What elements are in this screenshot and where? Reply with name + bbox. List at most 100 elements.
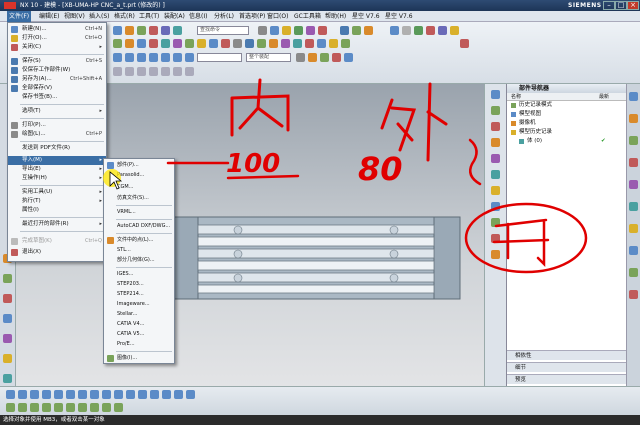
menu-window[interactable]: 窗口(O) xyxy=(265,11,290,22)
selection-filter-combo[interactable] xyxy=(197,53,242,62)
maximize-button[interactable]: □ xyxy=(615,1,627,10)
sketch-mirror-icon[interactable] xyxy=(150,390,159,399)
view-pan-icon[interactable] xyxy=(294,26,303,35)
curve-bridge-icon[interactable] xyxy=(54,403,63,412)
snap-quadrant-icon[interactable] xyxy=(161,53,170,62)
col-name[interactable]: 名称 xyxy=(511,93,521,101)
snap-midpoint-icon[interactable] xyxy=(125,53,134,62)
import-item-step203[interactable]: STEP203... xyxy=(104,280,174,289)
section-icon[interactable] xyxy=(352,26,361,35)
sketch-fillet-icon[interactable] xyxy=(90,390,99,399)
menu-item-exit[interactable]: 退出(X) xyxy=(8,248,106,257)
sketch-project-icon[interactable] xyxy=(162,390,171,399)
select-edge-icon[interactable] xyxy=(332,53,341,62)
boolean-icon[interactable] xyxy=(161,26,170,35)
tool-d-icon[interactable] xyxy=(426,26,435,35)
snap-intersection-icon[interactable] xyxy=(149,53,158,62)
offset-icon[interactable] xyxy=(149,39,158,48)
curve-join-icon[interactable] xyxy=(66,403,75,412)
menu-item-save-bookmark[interactable]: 保存书签(B)... xyxy=(8,93,106,102)
wcs-display-icon[interactable] xyxy=(149,67,158,76)
reuse-library-icon[interactable] xyxy=(3,314,12,323)
palette-c-icon[interactable] xyxy=(629,136,638,145)
menu-item-save-all[interactable]: 全部保存(V) xyxy=(8,84,106,93)
thicken-icon[interactable] xyxy=(245,39,254,48)
tree-row-model-views[interactable]: 模型视图 xyxy=(507,110,626,119)
import-item-part[interactable]: 部件(P)... xyxy=(104,161,174,170)
minimize-button[interactable]: – xyxy=(603,1,615,10)
menu-item-open[interactable]: 打开(O)... Ctrl+O xyxy=(8,34,106,43)
move-face-icon[interactable] xyxy=(281,39,290,48)
menu-edit[interactable]: 编辑(E) xyxy=(37,11,61,22)
csys-icon[interactable] xyxy=(329,39,338,48)
import-item-image[interactable]: 图像(I)... xyxy=(104,354,174,363)
view-fit-icon[interactable] xyxy=(258,26,267,35)
palette-b-icon[interactable] xyxy=(629,114,638,123)
sketch-icon[interactable] xyxy=(113,26,122,35)
import-item-stl[interactable]: STL... xyxy=(104,246,174,255)
import-item-iges[interactable]: IGES... xyxy=(104,270,174,279)
tree-row-model-history[interactable]: 模型历史记录 xyxy=(507,128,626,137)
sketch-circle-icon[interactable] xyxy=(30,390,39,399)
view-zoom-icon[interactable] xyxy=(270,26,279,35)
selection-scope-combo[interactable]: 整个装配 xyxy=(246,53,291,62)
select-body-icon[interactable] xyxy=(344,53,353,62)
sketch-trim-icon[interactable] xyxy=(114,390,123,399)
sketch-line-icon[interactable] xyxy=(6,390,15,399)
wcs-orient-icon[interactable] xyxy=(173,67,182,76)
sketch-polygon-icon[interactable] xyxy=(54,390,63,399)
select-all-icon[interactable] xyxy=(296,53,305,62)
wcs-icon[interactable] xyxy=(317,39,326,48)
sketch-chamfer-icon[interactable] xyxy=(102,390,111,399)
snap-point-icon[interactable] xyxy=(173,53,182,62)
system-scenes-icon[interactable] xyxy=(491,250,500,259)
wcs-rotate-icon[interactable] xyxy=(137,67,146,76)
section-dependencies[interactable]: 相依性 xyxy=(507,350,627,360)
navigator-tab-icon[interactable] xyxy=(491,90,500,99)
menu-item-send-pdf[interactable]: 发送到 PDF文件(R) xyxy=(8,144,106,153)
process-studio-icon[interactable] xyxy=(491,218,500,227)
menu-item-close[interactable]: 关闭(C) ▸ xyxy=(8,43,106,52)
assembly-icon[interactable] xyxy=(3,274,12,283)
curve-helix-icon[interactable] xyxy=(30,403,39,412)
delete-face-icon[interactable] xyxy=(293,39,302,48)
wcs-origin-icon[interactable] xyxy=(125,67,134,76)
tree-row-history-mode[interactable]: 历史记录模式 xyxy=(507,101,626,110)
revolve-icon[interactable] xyxy=(137,26,146,35)
pattern-icon[interactable] xyxy=(185,39,194,48)
menu-tools[interactable]: 工具(T) xyxy=(137,11,161,22)
menu-item-new[interactable]: 新建(N)... Ctrl+N xyxy=(8,25,106,34)
sketch-spline-icon[interactable] xyxy=(66,390,75,399)
render-style-icon[interactable] xyxy=(306,26,315,35)
assembly-nav-icon[interactable] xyxy=(491,106,500,115)
import-item-proe[interactable]: Pro/E... xyxy=(104,340,174,349)
curve-line-icon[interactable] xyxy=(6,403,15,412)
palette-i-icon[interactable] xyxy=(629,268,638,277)
wcs-dynamic-icon[interactable] xyxy=(113,67,122,76)
reuse-nav-icon[interactable] xyxy=(491,154,500,163)
extrude-icon[interactable] xyxy=(125,26,134,35)
split-icon[interactable] xyxy=(257,39,266,48)
tool-a-icon[interactable] xyxy=(390,26,399,35)
import-item-partial-geometry[interactable]: 部分几何体(G)... xyxy=(104,256,174,265)
command-search-input[interactable]: 查找命令 xyxy=(197,26,249,35)
roles-icon[interactable] xyxy=(3,354,12,363)
section-preview[interactable]: 预览 xyxy=(507,374,627,384)
hole-icon[interactable] xyxy=(149,26,158,35)
chamfer-icon[interactable] xyxy=(197,39,206,48)
tree-row-cameras[interactable]: 摄像机 xyxy=(507,119,626,128)
palette-a-icon[interactable] xyxy=(629,92,638,101)
replace-face-icon[interactable] xyxy=(269,39,278,48)
shell-icon[interactable] xyxy=(209,39,218,48)
web-browser-icon[interactable] xyxy=(491,186,500,195)
curve-text-icon[interactable] xyxy=(42,403,51,412)
tool-e-icon[interactable] xyxy=(438,26,447,35)
deselect-icon[interactable] xyxy=(308,53,317,62)
system-icon[interactable] xyxy=(3,374,12,383)
blend-icon[interactable] xyxy=(173,26,182,35)
menu-item-import[interactable]: 导入(M) ▸ xyxy=(8,156,106,165)
menu-info[interactable]: 信息(I) xyxy=(187,11,209,22)
measure-icon[interactable] xyxy=(340,26,349,35)
sketch-extend-icon[interactable] xyxy=(126,390,135,399)
palette-e-icon[interactable] xyxy=(629,180,638,189)
